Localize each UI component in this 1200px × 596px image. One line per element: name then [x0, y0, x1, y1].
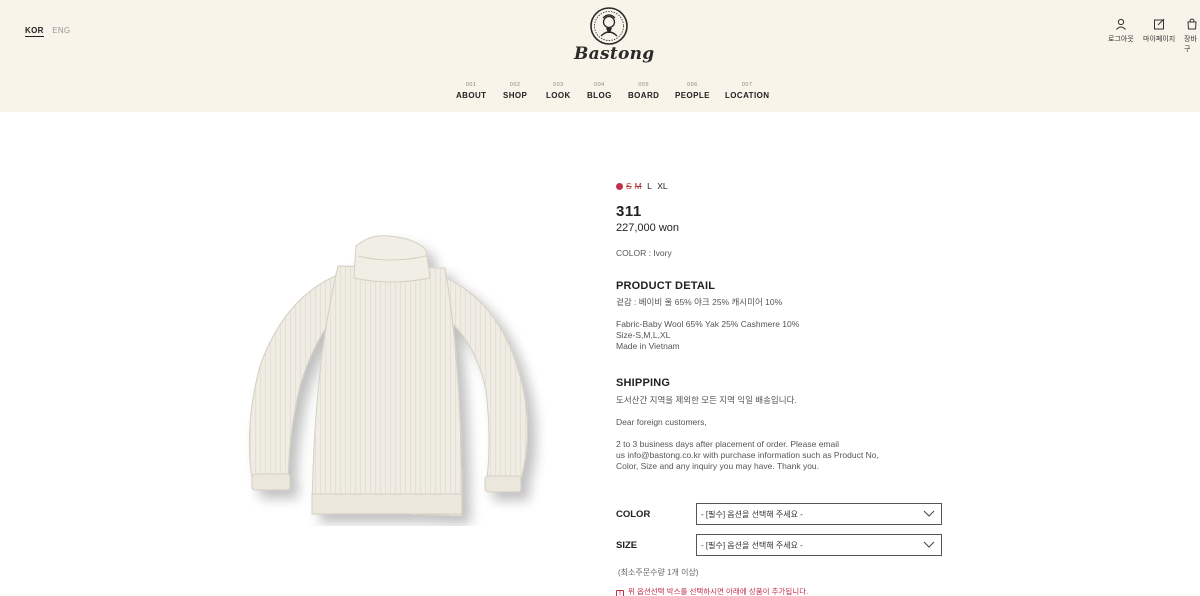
- size-m: M: [634, 181, 642, 191]
- color-select-value: - [필수] 옵션을 선택해 주세요 -: [701, 509, 803, 519]
- nav-number: 007: [741, 82, 753, 88]
- site-header: KOR ENG Bastong 로그아웃 마이페이지 장바구 001 ABOUT…: [0, 0, 1200, 112]
- size-s: S: [626, 181, 632, 191]
- mypage-label: 마이페이지: [1143, 36, 1176, 43]
- logo-emblem-icon: [590, 7, 628, 45]
- size-availability: SM L XL: [616, 181, 671, 191]
- detail-line: 겉감 : 베이비 울 65% 야크 25% 캐시미어 10%: [616, 297, 783, 307]
- color-select[interactable]: - [필수] 옵션을 선택해 주세요 -: [696, 503, 942, 525]
- nav-label: SHOP: [503, 91, 528, 100]
- size-l: L: [647, 181, 652, 191]
- nav-label: PEOPLE: [675, 91, 710, 100]
- cart-label: 장바구: [1184, 36, 1197, 53]
- shipping-line: us info@bastong.co.kr with purchase info…: [616, 450, 879, 460]
- size-option-label: SIZE: [616, 540, 638, 551]
- color-option-label: COLOR: [616, 509, 651, 520]
- nav-item-blog[interactable]: 004 BLOG: [587, 82, 612, 100]
- cart-icon: [1187, 18, 1197, 30]
- notice-text: 위 옵션선택 박스를 선택하시면 아래에 상품이 추가됩니다.: [628, 587, 809, 596]
- brand-logo[interactable]: Bastong: [574, 6, 655, 68]
- shipping-line: 2 to 3 business days after placement of …: [616, 439, 840, 449]
- nav-label: ABOUT: [456, 91, 487, 100]
- mypage-icon: [1154, 18, 1165, 30]
- size-select-value: - [필수] 옵션을 선택해 주세요 -: [701, 540, 803, 550]
- size-xl: XL: [657, 181, 668, 191]
- logout-button[interactable]: 로그아웃: [1108, 18, 1134, 44]
- product-price: 227,000 won: [616, 222, 679, 234]
- alert-icon: !: [616, 590, 624, 596]
- language-switch: KOR ENG: [25, 26, 76, 37]
- nav-item-board[interactable]: 005 BOARD: [628, 82, 659, 100]
- lang-eng-link[interactable]: ENG: [52, 26, 70, 35]
- nav-label: BLOG: [587, 91, 612, 100]
- nav-number: 006: [687, 82, 698, 88]
- nav-label: LOOK: [546, 91, 571, 100]
- shipping-line: Color, Size and any inquiry you may have…: [616, 461, 820, 471]
- nav-label: LOCATION: [725, 91, 770, 100]
- size-select[interactable]: - [필수] 옵션을 선택해 주세요 -: [696, 534, 942, 556]
- option-notice: ! 위 옵션선택 박스를 선택하시면 아래에 상품이 추가됩니다.: [616, 586, 808, 596]
- detail-line: Size-S,M,L,XL: [616, 330, 671, 340]
- shipping-line: 도서산간 지역을 제외한 모든 지역 익일 배송입니다.: [616, 395, 797, 405]
- logo-wordmark: Bastong: [574, 44, 655, 64]
- nav-item-location[interactable]: 007 LOCATION: [725, 82, 769, 100]
- product-name: 311: [616, 203, 642, 220]
- nav-item-about[interactable]: 001 ABOUT: [456, 82, 486, 100]
- nav-number: 003: [553, 82, 564, 88]
- nav-item-people[interactable]: 006 PEOPLE: [675, 82, 710, 100]
- logout-label: 로그아웃: [1108, 36, 1134, 43]
- shipping-heading: SHIPPING: [616, 377, 671, 389]
- nav-label: BOARD: [628, 91, 660, 100]
- mypage-button[interactable]: 마이페이지: [1143, 18, 1175, 44]
- lang-kor-link[interactable]: KOR: [25, 26, 44, 37]
- chevron-down-icon: [923, 541, 935, 548]
- nav-item-shop[interactable]: 002 SHOP: [503, 82, 527, 100]
- nav-number: 002: [509, 82, 521, 88]
- cart-button[interactable]: 장바구: [1184, 18, 1200, 54]
- soldout-icon: [616, 183, 623, 190]
- min-order-quantity: (최소주문수량 1개 이상): [618, 568, 699, 577]
- nav-number: 005: [638, 82, 650, 88]
- shipping-line: Dear foreign customers,: [616, 417, 707, 427]
- nav-item-look[interactable]: 003 LOOK: [546, 82, 571, 100]
- nav-number: 004: [594, 82, 605, 88]
- chevron-down-icon: [923, 510, 935, 517]
- product-image: [248, 235, 528, 517]
- product-color: COLOR : Ivory: [616, 248, 672, 258]
- main-nav: 001 ABOUT 002 SHOP 003 LOOK 004 BLOG 005…: [0, 82, 1200, 102]
- detail-line: Fabric-Baby Wool 65% Yak 25% Cashmere 10…: [616, 319, 800, 329]
- nav-number: 001: [465, 82, 477, 88]
- user-icon: [1116, 18, 1126, 30]
- detail-heading: PRODUCT DETAIL: [616, 280, 716, 292]
- detail-line: Made in Vietnam: [616, 341, 680, 351]
